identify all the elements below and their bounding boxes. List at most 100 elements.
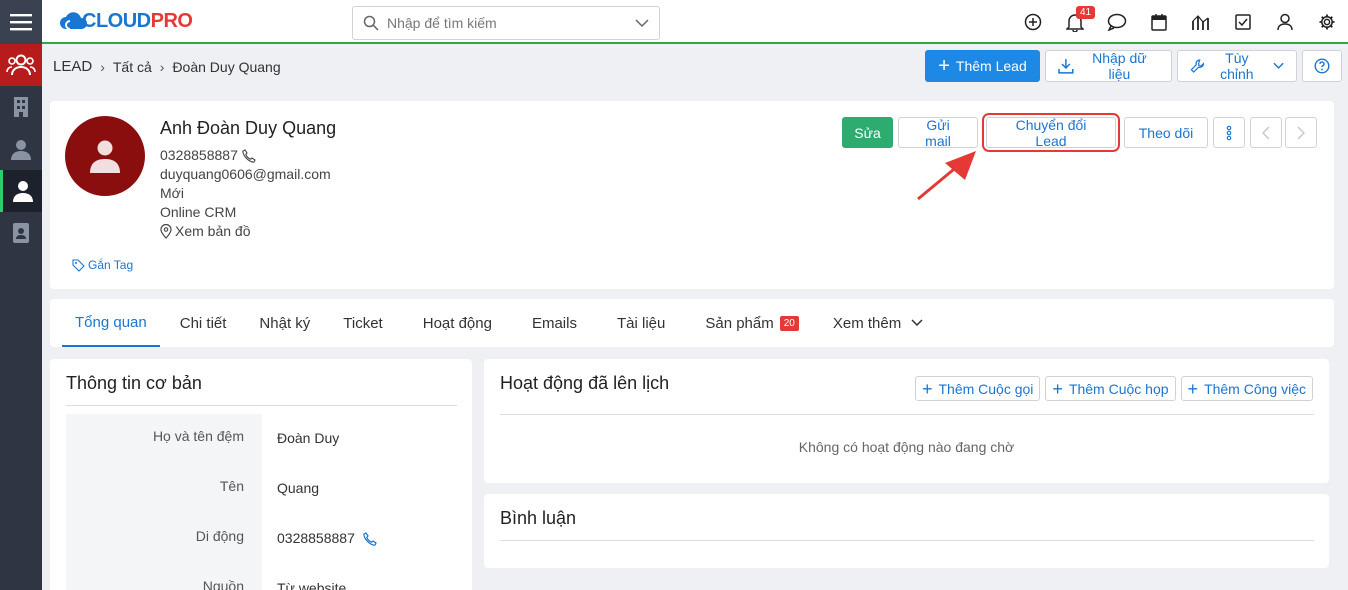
tab-history[interactable]: Nhật ký	[246, 299, 323, 347]
add-call-button[interactable]: + Thêm Cuộc gọi	[914, 376, 1041, 401]
rail-organizations[interactable]	[0, 86, 42, 128]
rail-contacts[interactable]	[0, 128, 42, 170]
add-lead-button[interactable]: + Thêm Lead	[925, 50, 1040, 82]
global-search[interactable]	[352, 6, 660, 40]
field-row: Di động 0328858887	[66, 514, 460, 564]
previous-record-button[interactable]	[1250, 117, 1282, 148]
breadcrumb-record: Đoàn Duy Quang	[172, 58, 281, 75]
chevron-right-icon: ›	[159, 58, 165, 75]
tab-more[interactable]: Xem thêm	[820, 299, 936, 347]
lead-status: Mới	[160, 185, 184, 201]
search-input[interactable]	[387, 15, 635, 31]
field-value[interactable]: Quang	[262, 464, 319, 514]
tab-products[interactable]: Sản phẩm 20	[692, 299, 812, 347]
tab-label: Emails	[531, 314, 577, 332]
add-tag-link[interactable]: Gắn Tag	[72, 258, 133, 272]
settings-button[interactable]	[1306, 0, 1348, 44]
breadcrumb-filter[interactable]: Tất cả	[113, 59, 152, 75]
lead-info: Anh Đoàn Duy Quang 0328858887 duyquang06…	[160, 119, 336, 241]
wrench-icon	[1190, 59, 1205, 73]
logo-text: CLOUDPRO	[82, 9, 193, 32]
help-button[interactable]	[1302, 50, 1342, 82]
tasks-button[interactable]	[1222, 0, 1264, 44]
add-tag-label: Gắn Tag	[88, 258, 134, 272]
help-icon	[1314, 58, 1330, 74]
more-vertical-icon	[1226, 125, 1232, 140]
activity-actions: + Thêm Cuộc gọi + Thêm Cuộc họp + Thêm C…	[910, 376, 1313, 401]
chevron-down-icon[interactable]	[635, 18, 649, 28]
lead-phone[interactable]: 0328858887	[160, 146, 238, 165]
lead-profile-card: Anh Đoàn Duy Quang 0328858887 duyquang06…	[50, 101, 1334, 289]
tab-activities[interactable]: Hoạt động	[410, 299, 505, 347]
chat-bubble-icon	[1107, 13, 1127, 31]
scheduled-activities-panel: Hoạt động đã lên lịch + Thêm Cuộc gọi + …	[484, 359, 1329, 483]
breadcrumb-bar: LEAD › Tất cả › Đoàn Duy Quang + Thêm Le…	[42, 46, 1348, 88]
hamburger-icon	[10, 14, 32, 31]
phone-icon[interactable]	[242, 148, 256, 163]
import-data-button[interactable]: Nhập dữ liệu	[1045, 50, 1172, 82]
follow-button[interactable]: Theo dõi	[1124, 117, 1208, 148]
phone-icon[interactable]	[363, 532, 377, 546]
field-value-mobile[interactable]: 0328858887	[262, 514, 377, 564]
tag-icon	[72, 258, 85, 272]
left-rail	[0, 0, 42, 590]
edit-button[interactable]: Sửa	[842, 117, 893, 148]
rail-leads-group[interactable]	[0, 44, 42, 86]
profile-button[interactable]	[1264, 0, 1306, 44]
send-mail-button[interactable]: Gửi mail	[898, 117, 978, 149]
reports-button[interactable]	[1180, 0, 1222, 44]
divider	[500, 540, 1314, 541]
rail-lead[interactable]	[0, 170, 42, 212]
cloudpro-logo[interactable]: CLOUDPRO	[58, 9, 193, 33]
basic-info-title: Thông tin cơ bản	[66, 373, 202, 393]
gear-icon	[1319, 14, 1335, 30]
tab-details[interactable]: Chi tiết	[167, 299, 240, 347]
add-meeting-label: Thêm Cuộc họp	[1068, 380, 1169, 397]
add-meeting-button[interactable]: + Thêm Cuộc họp	[1045, 376, 1176, 401]
top-icons: 41	[1012, 0, 1348, 44]
lead-source: Online CRM	[160, 204, 237, 220]
tab-ticket[interactable]: Ticket	[330, 299, 395, 347]
chat-button[interactable]	[1096, 0, 1138, 44]
more-actions-button[interactable]	[1213, 117, 1245, 148]
breadcrumb-module[interactable]: LEAD	[53, 58, 92, 75]
quick-create-button[interactable]	[1012, 0, 1054, 44]
map-pin-icon	[160, 224, 172, 239]
rail-documents[interactable]	[0, 212, 42, 254]
divider	[500, 414, 1314, 415]
view-map-link[interactable]: Xem bản đồ	[160, 222, 336, 241]
field-value[interactable]: Đoàn Duy	[262, 414, 339, 464]
user-icon	[1277, 13, 1293, 31]
chevron-right-icon: ›	[100, 58, 105, 75]
tab-row: Tổng quan Chi tiết Nhật ký Ticket Hoạt đ…	[62, 299, 943, 347]
field-value[interactable]: Từ website	[262, 564, 346, 590]
avatar[interactable]	[65, 116, 145, 196]
chevron-down-icon	[911, 319, 923, 327]
convert-lead-button[interactable]: Chuyển đổi Lead	[982, 113, 1120, 152]
next-record-button[interactable]	[1285, 117, 1317, 148]
download-icon	[1058, 59, 1074, 74]
plus-circle-icon	[1024, 13, 1042, 31]
plus-icon: +	[938, 55, 950, 77]
calendar-icon	[1151, 14, 1167, 31]
tab-emails[interactable]: Emails	[519, 299, 590, 347]
lead-email[interactable]: duyquang0606@gmail.com	[160, 165, 336, 184]
import-data-label: Nhập dữ liệu	[1092, 50, 1147, 82]
tab-overview[interactable]: Tổng quan	[62, 299, 160, 347]
lead-actions: Sửa Gửi mail Chuyển đổi Lead Theo dõi	[837, 113, 1317, 152]
tab-label: Ticket	[343, 314, 383, 332]
tab-label: Tổng quan	[75, 313, 147, 331]
customize-label: Tùy chỉnh	[1220, 50, 1254, 82]
chevron-down-icon	[1273, 62, 1284, 69]
customize-button[interactable]: Tùy chỉnh	[1177, 50, 1297, 82]
person-icon	[12, 181, 33, 202]
add-task-button[interactable]: + Thêm Công việc	[1180, 376, 1313, 401]
add-call-label: Thêm Cuộc gọi	[938, 380, 1034, 397]
tab-documents[interactable]: Tài liệu	[604, 299, 678, 347]
comments-title: Bình luận	[500, 508, 577, 528]
notifications-button[interactable]: 41	[1054, 0, 1096, 44]
tab-label: Xem thêm	[832, 314, 902, 332]
menu-toggle[interactable]	[0, 0, 42, 44]
empty-activities-message: Không có hoạt động nào đang chờ	[798, 439, 1015, 455]
calendar-button[interactable]	[1138, 0, 1180, 44]
